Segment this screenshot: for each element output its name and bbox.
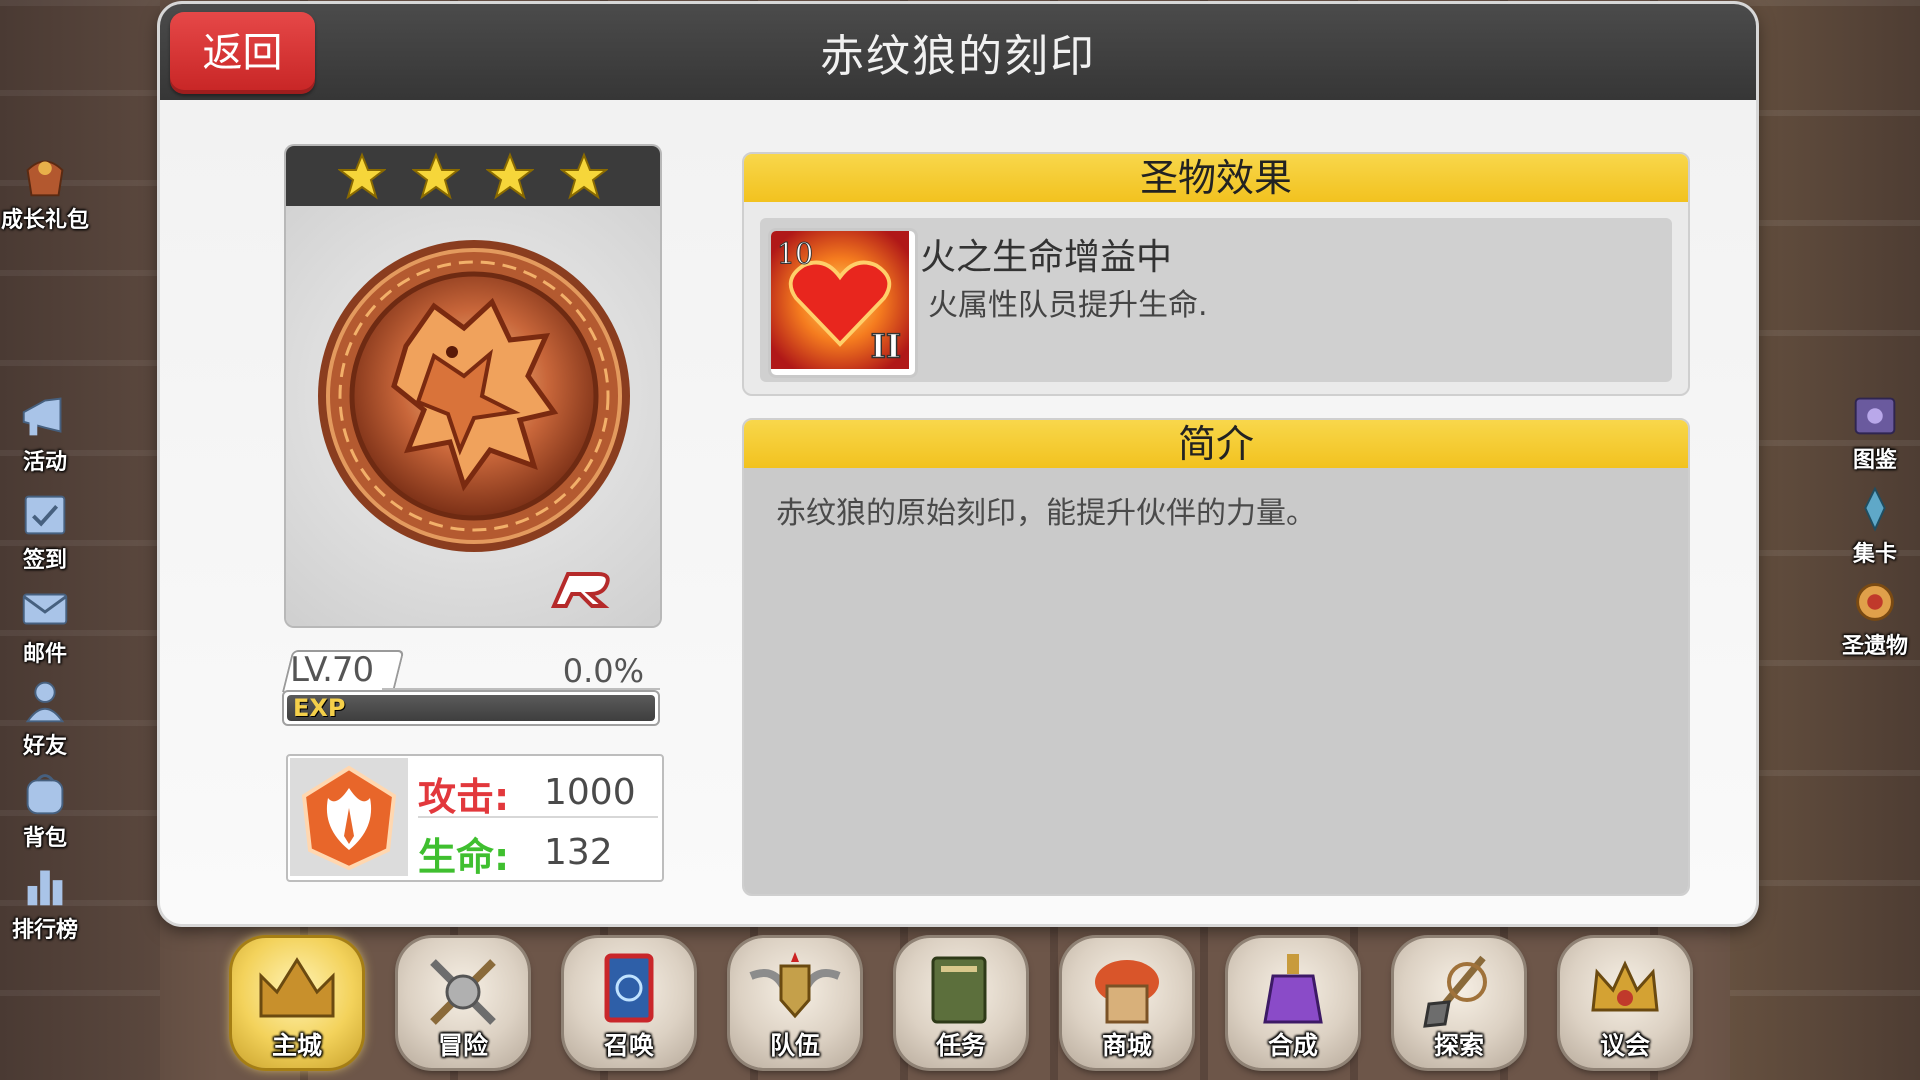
summon-card-icon xyxy=(604,953,654,1023)
side-growth-pack-button[interactable]: 成长礼包 xyxy=(0,150,90,234)
stat-emblem xyxy=(290,758,408,876)
side-friends-button[interactable]: 好友 xyxy=(0,676,90,760)
fire-element-icon xyxy=(301,765,397,871)
relic-effect-panel: 圣物效果 10 II 火之生命增益中 火属性队员提升生命. xyxy=(742,152,1690,396)
nav-adventure[interactable]: 冒险 xyxy=(398,938,528,1068)
skill-description: 火属性队员提升生命. xyxy=(928,288,1208,323)
effect-header: 圣物效果 xyxy=(744,154,1688,202)
exp-label: EXP xyxy=(293,695,346,721)
side-label: 活动 xyxy=(22,450,67,475)
nav-label: 议会 xyxy=(1599,1031,1650,1060)
nav-label: 队伍 xyxy=(769,1031,820,1060)
megaphone-icon xyxy=(22,397,62,436)
shovel-icon xyxy=(1423,955,1487,1028)
nav-council[interactable]: 议会 xyxy=(1560,938,1690,1068)
hp-label: 生命: xyxy=(418,835,510,879)
fire-heart-icon: 10 II xyxy=(771,231,909,369)
hp-value: 132 xyxy=(544,832,613,873)
wolf-medal-icon xyxy=(318,240,630,552)
nav-shop[interactable]: 商城 xyxy=(1062,938,1192,1068)
relic-icon xyxy=(1856,583,1894,621)
nav-craft[interactable]: 合成 xyxy=(1228,938,1358,1068)
nav-label: 商城 xyxy=(1101,1031,1152,1060)
nav-main-city[interactable]: 主城 xyxy=(232,938,362,1068)
quest-book-icon xyxy=(931,956,987,1024)
skill-tier: II xyxy=(871,327,901,366)
star-icon xyxy=(338,152,386,200)
star-icon xyxy=(486,152,534,200)
level-text: LV.70 xyxy=(290,650,374,690)
effect-entry: 10 II 火之生命增益中 火属性队员提升生命. xyxy=(760,218,1672,382)
attack-value: 1000 xyxy=(544,772,636,813)
nav-label: 召唤 xyxy=(603,1031,654,1060)
winged-shield-icon xyxy=(749,952,841,1019)
side-label: 圣遗物 xyxy=(1841,634,1908,659)
nav-quest[interactable]: 任务 xyxy=(896,938,1026,1068)
side-relic-button[interactable]: 圣遗物 xyxy=(1830,576,1920,660)
nav-label: 冒险 xyxy=(437,1031,488,1060)
relic-card xyxy=(286,146,660,626)
side-label: 签到 xyxy=(22,548,67,573)
side-label: 好友 xyxy=(22,734,67,759)
exp-track: EXP xyxy=(287,695,655,721)
side-label: 成长礼包 xyxy=(0,208,89,233)
nav-explore[interactable]: 探索 xyxy=(1394,938,1524,1068)
level-exp-box: LV.70 0.0% EXP xyxy=(282,650,660,726)
intro-body: 赤纹狼的原始刻印，能提升伙伴的力量。 xyxy=(744,468,1688,894)
star-rating xyxy=(286,146,660,206)
nav-label: 任务 xyxy=(935,1031,986,1060)
attack-row: 攻击: 1000 xyxy=(418,760,658,819)
castle-crown-icon xyxy=(259,957,335,1018)
side-event-button[interactable]: 活动 xyxy=(0,392,90,476)
exp-bar: EXP xyxy=(282,690,660,726)
skill-name: 火之生命增益中 xyxy=(920,237,1173,278)
side-card-collect-button[interactable]: 集卡 xyxy=(1830,484,1920,568)
hp-row: 生命: 132 xyxy=(418,820,658,879)
relic-detail-modal: 返回 赤纹狼的刻印 LV.70 0.0% EXP 攻击: 1000 生命: 13… xyxy=(160,4,1756,924)
side-checkin-button[interactable]: 签到 xyxy=(0,490,90,574)
exp-percent: 0.0% xyxy=(562,652,644,690)
gift-bag-icon xyxy=(26,160,64,197)
star-icon xyxy=(560,152,608,200)
side-mail-button[interactable]: 邮件 xyxy=(0,584,90,668)
nav-team[interactable]: 队伍 xyxy=(730,938,860,1068)
rarity-r-icon xyxy=(550,572,610,608)
crossed-weapons-icon xyxy=(430,959,496,1025)
modal-header: 返回 赤纹狼的刻印 xyxy=(160,4,1756,100)
star-icon xyxy=(412,152,460,200)
friends-icon xyxy=(25,681,65,723)
side-label: 邮件 xyxy=(22,642,67,667)
backpack-icon xyxy=(26,774,64,815)
card-collect-icon xyxy=(1864,486,1886,532)
side-backpack-button[interactable]: 背包 xyxy=(0,768,90,852)
skill-icon[interactable]: 10 II xyxy=(768,228,918,378)
bottom-nav: 主城 冒险 召唤 队伍 任务 商城 合成 探索 议会 xyxy=(0,932,1920,1080)
shop-icon xyxy=(1095,960,1159,1024)
side-label: 背包 xyxy=(22,826,67,851)
potion-icon xyxy=(1263,954,1323,1024)
checkin-icon xyxy=(24,495,66,535)
council-crown-icon xyxy=(1591,960,1659,1012)
intro-text: 赤纹狼的原始刻印，能提升伙伴的力量。 xyxy=(776,496,1316,531)
page-title: 赤纹狼的刻印 xyxy=(820,31,1096,82)
side-codex-button[interactable]: 图鉴 xyxy=(1830,390,1920,474)
nav-label: 合成 xyxy=(1267,1031,1318,1060)
attack-label: 攻击: xyxy=(418,775,510,819)
nav-label: 主城 xyxy=(271,1031,322,1060)
skill-level: 10 xyxy=(777,237,814,271)
book-icon xyxy=(1854,397,1896,435)
side-label: 集卡 xyxy=(1852,542,1897,567)
ranking-icon xyxy=(27,870,63,906)
relic-art xyxy=(286,206,660,626)
nav-summon[interactable]: 召唤 xyxy=(564,938,694,1068)
intro-panel: 简介 赤纹狼的原始刻印，能提升伙伴的力量。 xyxy=(742,418,1690,896)
intro-header: 简介 xyxy=(744,420,1688,468)
mail-icon xyxy=(22,593,68,625)
nav-label: 探索 xyxy=(1433,1031,1484,1060)
side-label: 图鉴 xyxy=(1852,448,1897,473)
stats-box: 攻击: 1000 生命: 132 xyxy=(286,754,664,882)
modal-body: LV.70 0.0% EXP 攻击: 1000 生命: 132 圣物效果 10 … xyxy=(160,100,1756,924)
